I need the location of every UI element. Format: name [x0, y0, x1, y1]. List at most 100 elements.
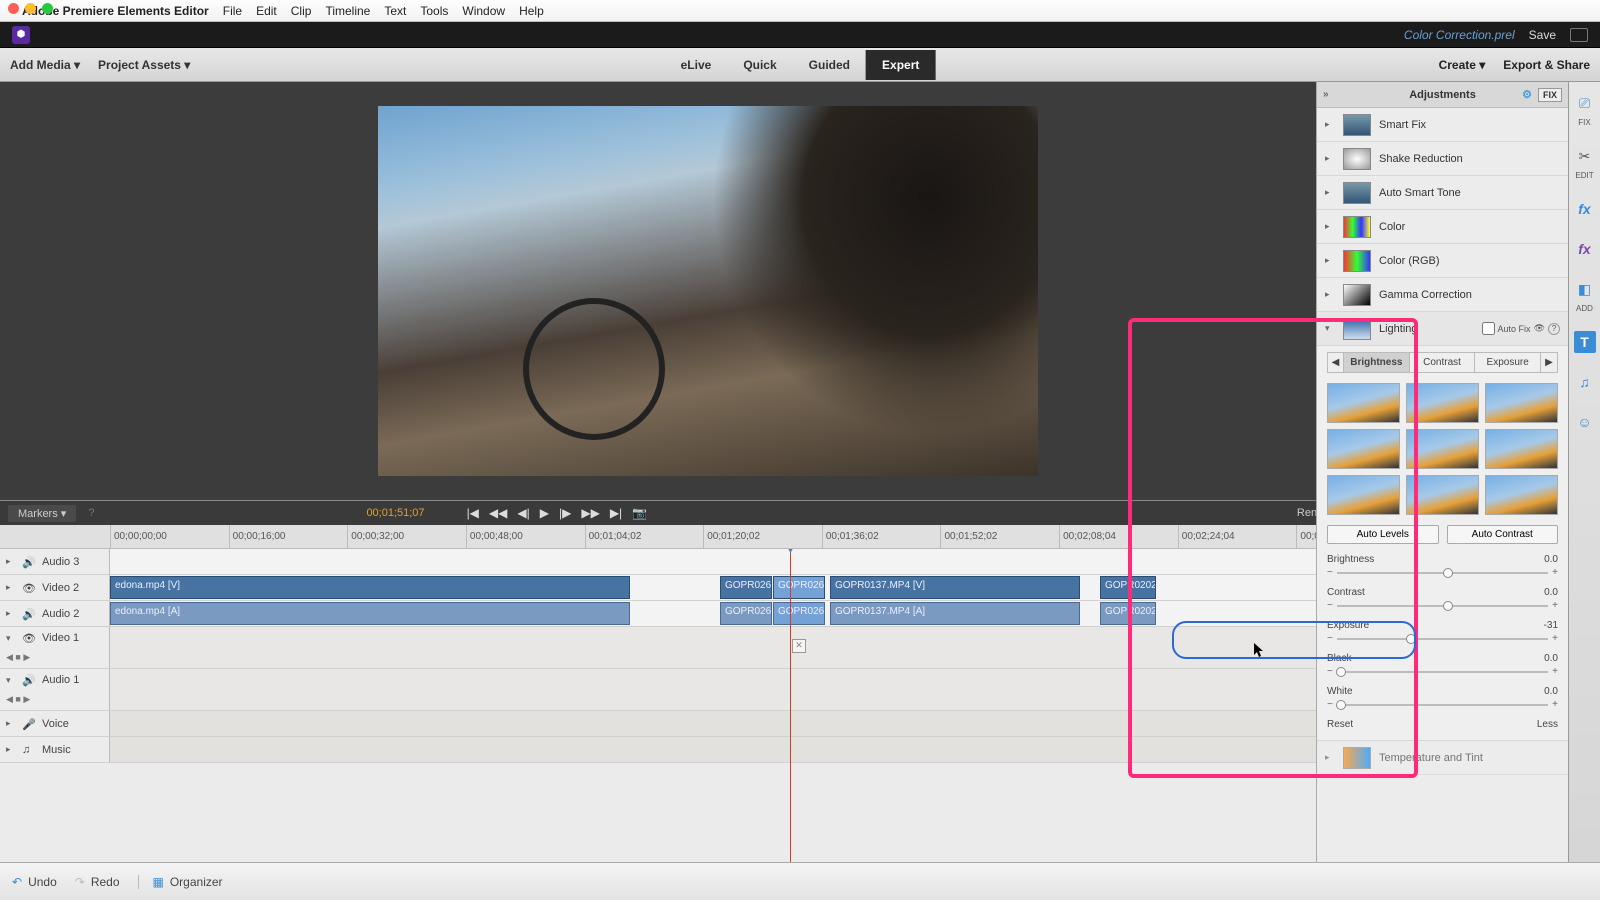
- project-assets-button[interactable]: Project Assets ▾: [98, 58, 190, 72]
- music-note-icon[interactable]: ♫: [1574, 371, 1596, 393]
- clip-video[interactable]: GOPR0137.MP4 [V]: [830, 576, 1080, 599]
- next-frame-icon[interactable]: ▶▶: [581, 506, 599, 520]
- preset-thumb[interactable]: [1327, 429, 1400, 469]
- help-icon[interactable]: ?: [1548, 323, 1560, 335]
- track-voice: ▸🎤Voice: [0, 711, 1415, 737]
- tab-nav-right[interactable]: ▶: [1541, 353, 1557, 372]
- mode-quick[interactable]: Quick: [727, 50, 792, 80]
- menu-text[interactable]: Text: [384, 4, 406, 18]
- play-icon[interactable]: ▶: [540, 506, 549, 520]
- organizer-button[interactable]: ▦Organizer: [138, 875, 223, 889]
- ruler-tick: 00;02;08;04: [1059, 525, 1178, 548]
- export-share-button[interactable]: Export & Share: [1503, 58, 1590, 72]
- eye-icon[interactable]: 👁: [1534, 323, 1545, 334]
- menu-file[interactable]: File: [223, 4, 242, 18]
- autofix-checkbox[interactable]: [1482, 322, 1495, 335]
- adj-autosmarttone[interactable]: ▸Auto Smart Tone: [1317, 176, 1568, 210]
- time-ruler[interactable]: 00;00;00;00 00;00;16;00 00;00;32;00 00;0…: [0, 525, 1415, 549]
- minimize-window-icon[interactable]: [25, 3, 36, 14]
- help-icon[interactable]: ?: [88, 507, 94, 519]
- mic-icon[interactable]: 🎤: [22, 718, 36, 730]
- adj-color[interactable]: ▸Color: [1317, 210, 1568, 244]
- step-back-icon[interactable]: ◀|: [517, 506, 529, 520]
- adj-smartfix[interactable]: ▸Smart Fix: [1317, 108, 1568, 142]
- clip-video[interactable]: GOPR0264.: [720, 576, 772, 599]
- preset-thumb[interactable]: [1485, 383, 1558, 423]
- tab-exposure[interactable]: Exposure: [1475, 353, 1541, 372]
- snapshot-icon[interactable]: 📷: [632, 506, 647, 520]
- clip-video[interactable]: edona.mp4 [V]: [110, 576, 630, 599]
- adjust-icon[interactable]: ⎚: [1574, 92, 1596, 114]
- mode-guided[interactable]: Guided: [793, 50, 866, 80]
- current-timecode: 00;01;51;07: [366, 507, 424, 519]
- effects-icon[interactable]: ✂: [1574, 145, 1596, 167]
- preset-thumb[interactable]: [1485, 475, 1558, 515]
- speaker-icon[interactable]: 🔊: [22, 608, 36, 620]
- menu-timeline[interactable]: Timeline: [325, 4, 370, 18]
- clip-video[interactable]: GOPR0202: [1100, 576, 1156, 599]
- main-toolbar: Add Media ▾ Project Assets ▾ eLive Quick…: [0, 48, 1600, 82]
- create-button[interactable]: Create ▾: [1439, 58, 1486, 72]
- adj-gamma[interactable]: ▸Gamma Correction: [1317, 278, 1568, 312]
- menu-clip[interactable]: Clip: [291, 4, 312, 18]
- maximize-window-icon[interactable]: [42, 3, 53, 14]
- mode-expert[interactable]: Expert: [866, 50, 935, 80]
- preset-thumb[interactable]: [1327, 475, 1400, 515]
- eye-icon[interactable]: 👁: [22, 582, 36, 594]
- preset-thumb[interactable]: [1327, 383, 1400, 423]
- share-icon[interactable]: [1570, 28, 1588, 42]
- close-window-icon[interactable]: [8, 3, 19, 14]
- redo-button[interactable]: ↷Redo: [75, 875, 120, 889]
- playhead[interactable]: [790, 549, 791, 862]
- eye-icon[interactable]: 👁: [22, 632, 36, 644]
- mode-elive[interactable]: eLive: [665, 50, 728, 80]
- menu-help[interactable]: Help: [519, 4, 544, 18]
- collapse-icon[interactable]: »: [1323, 89, 1329, 100]
- clip-video-selected[interactable]: GOPR026: [773, 576, 825, 599]
- clip-audio-selected[interactable]: GOPR026: [773, 602, 825, 625]
- adj-lighting-header[interactable]: ▾ Lighting Auto Fix👁?: [1317, 312, 1568, 346]
- fx-text-icon[interactable]: fx: [1574, 198, 1596, 220]
- transition-icon[interactable]: ✕: [792, 639, 806, 653]
- step-fwd-icon[interactable]: |▶: [559, 506, 571, 520]
- preset-thumb[interactable]: [1485, 429, 1558, 469]
- less-button[interactable]: Less: [1537, 719, 1558, 730]
- fx-icon[interactable]: fx: [1574, 238, 1596, 260]
- ruler-tick: 00;01;04;02: [585, 525, 704, 548]
- adj-temperature[interactable]: ▸Temperature and Tint: [1317, 741, 1568, 775]
- auto-contrast-button[interactable]: Auto Contrast: [1447, 525, 1559, 544]
- tool-icon[interactable]: ⚙: [1522, 88, 1532, 101]
- transition-icon[interactable]: ◧: [1574, 278, 1596, 300]
- menu-edit[interactable]: Edit: [256, 4, 277, 18]
- fix-button[interactable]: FIX: [1538, 88, 1562, 102]
- clip-audio[interactable]: GOPR0264.: [720, 602, 772, 625]
- preset-thumb[interactable]: [1406, 429, 1479, 469]
- menu-tools[interactable]: Tools: [420, 4, 448, 18]
- reset-button[interactable]: Reset: [1327, 719, 1353, 730]
- markers-dropdown[interactable]: Markers ▾: [8, 505, 76, 522]
- clip-audio[interactable]: GOPR0202: [1100, 602, 1156, 625]
- adj-colorrgb[interactable]: ▸Color (RGB): [1317, 244, 1568, 278]
- auto-levels-button[interactable]: Auto Levels: [1327, 525, 1439, 544]
- title-icon[interactable]: T: [1574, 331, 1596, 353]
- preset-thumb[interactable]: [1406, 475, 1479, 515]
- go-end-icon[interactable]: ▶|: [610, 506, 622, 520]
- adj-shake[interactable]: ▸Shake Reduction: [1317, 142, 1568, 176]
- undo-button[interactable]: ↶Undo: [12, 875, 57, 889]
- save-button[interactable]: Save: [1529, 28, 1556, 42]
- tab-contrast[interactable]: Contrast: [1410, 353, 1476, 372]
- menu-window[interactable]: Window: [462, 4, 505, 18]
- go-start-icon[interactable]: |◀: [467, 506, 479, 520]
- preset-thumb[interactable]: [1406, 383, 1479, 423]
- tab-nav-left[interactable]: ◀: [1328, 353, 1344, 372]
- prev-frame-icon[interactable]: ◀◀: [489, 506, 507, 520]
- clip-audio[interactable]: edona.mp4 [A]: [110, 602, 630, 625]
- music-icon[interactable]: ♫: [22, 744, 36, 756]
- emoji-icon[interactable]: ☺: [1574, 411, 1596, 433]
- tab-brightness[interactable]: Brightness: [1344, 353, 1410, 372]
- speaker-icon[interactable]: 🔊: [22, 674, 36, 686]
- video-preview[interactable]: [378, 106, 1038, 476]
- add-media-button[interactable]: Add Media ▾: [10, 58, 80, 72]
- clip-audio[interactable]: GOPR0137.MP4 [A]: [830, 602, 1080, 625]
- speaker-icon[interactable]: 🔊: [22, 556, 36, 568]
